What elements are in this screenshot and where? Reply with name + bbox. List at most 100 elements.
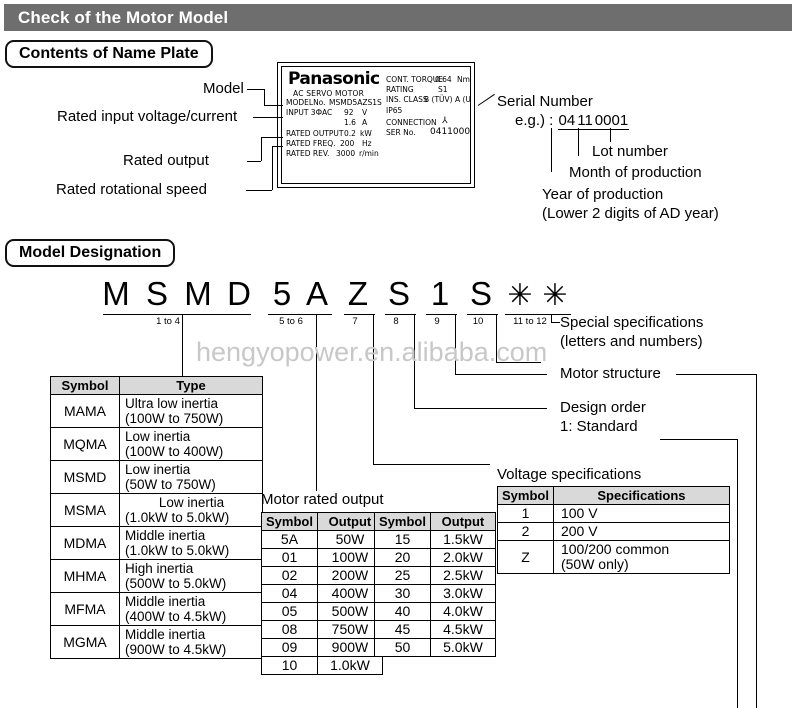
table-row: MDMA Middle inertia (1.0kW to 5.0kW)	[50, 526, 263, 560]
cell-symbol: 09	[261, 638, 318, 657]
cell-type: Low inertia (1.0kW to 5.0kW)	[119, 493, 263, 527]
leader-serial-lot-v	[610, 128, 611, 142]
cell-output: 200W	[316, 566, 383, 585]
nameplate-row-cont-torque-unit: Nm	[457, 75, 470, 84]
serial-number-annotation: Serial Number e.g.) : 04 11 0001	[497, 93, 630, 130]
leader-group7-v	[373, 314, 374, 464]
nameplate-row-rated-freq-label: RATED FREQ.	[286, 139, 336, 148]
leader-serial-year-v	[551, 128, 552, 172]
leader-rated-input-h	[253, 117, 283, 118]
leader-group11-h	[551, 322, 560, 323]
callout-motor-structure: Motor structure	[560, 365, 661, 382]
cell-symbol: 05	[261, 602, 318, 621]
table-row: 15 1.5kW	[374, 530, 496, 549]
nameplate-row-rated-freq-value: 200	[340, 139, 355, 148]
cell-type: Middle inertia (1.0kW to 5.0kW)	[119, 526, 263, 560]
nameplate-row-ins-class-value: B (TÜV) A (UL)	[424, 95, 471, 104]
table-row: 5A 50W	[261, 530, 383, 549]
leader-group10-v	[496, 314, 497, 362]
cell-symbol: 5A	[261, 530, 318, 549]
nameplate-row-current-unit: A	[362, 118, 368, 127]
leader-group9-h	[455, 374, 547, 375]
position-label-5-to-6: 5 to 6	[279, 316, 303, 327]
cell-spec: 100 V	[552, 504, 730, 523]
cell-output: 100W	[316, 548, 383, 567]
cell-spec: 200 V	[552, 522, 730, 541]
callout-design-order-line2: 1: Standard	[560, 418, 638, 435]
th-symbol: Symbol	[50, 376, 120, 395]
table-row: 05 500W	[261, 602, 383, 621]
serial-eg-prefix: e.g.) :	[515, 112, 558, 129]
position-label-7: 7	[352, 316, 358, 327]
table-header-row: Symbol Output	[374, 512, 496, 531]
table-header-row: Symbol Specifications	[497, 486, 730, 505]
cell-symbol: MFMA	[50, 592, 120, 626]
serial-callout-year-note: (Lower 2 digits of AD year)	[542, 205, 719, 222]
cell-output: 750W	[316, 620, 383, 639]
position-label-1-to-4: 1 to 4	[156, 316, 180, 327]
cell-output: 5.0kW	[429, 638, 496, 657]
position-label-10: 10	[472, 316, 484, 327]
leader-rated-rev-h2	[272, 146, 283, 147]
model-char-10: S	[469, 275, 492, 312]
model-char-11: ✳	[507, 278, 533, 313]
cell-type: Low inertia (50W to 750W)	[119, 460, 263, 494]
nameplate-row-input-value: 92	[344, 108, 354, 117]
cell-output: 500W	[316, 602, 383, 621]
cell-symbol: 25	[374, 566, 431, 585]
leader-group8-h	[414, 408, 547, 409]
voltage-specifications-table: Symbol Specifications 1 100 V 2 200 V Z …	[497, 486, 730, 574]
cell-type-line2: (50W to 750W)	[125, 477, 216, 492]
leader-serial-month-v	[578, 128, 579, 156]
voltage-specifications-caption: Voltage specifications	[497, 466, 642, 483]
cell-output: 2.0kW	[429, 548, 496, 567]
leader-model-h2	[264, 105, 283, 106]
position-label-8: 8	[393, 316, 399, 327]
leader-rated-output-h2	[261, 137, 283, 138]
cell-spec-line2: (50W only)	[560, 556, 629, 572]
watermark-text: hengyopower.en.alibaba.com	[196, 337, 548, 367]
group-underline-8	[385, 314, 416, 315]
callout-design-order-line1: Design order	[560, 399, 646, 416]
leader-group5-v	[316, 314, 317, 491]
serial-year-segment: 04	[557, 112, 577, 130]
table-row: 2 200 V	[497, 522, 730, 541]
cell-spec-line1: 100/200 common	[560, 541, 670, 557]
model-char-4: D	[227, 275, 251, 312]
cell-type-line2: (100W to 400W)	[125, 444, 224, 459]
motor-rated-output-table-b: Symbol Output 15 1.5kW 20 2.0kW 25 2.5kW 30…	[374, 512, 496, 657]
position-label-11-to-12: 11 to 12	[513, 316, 547, 327]
table-row: 09 900W	[261, 638, 383, 657]
cell-symbol: 02	[261, 566, 318, 585]
symbol-type-table: Symbol Type MAMA Ultra low inertia (100W…	[50, 376, 263, 659]
nameplate-row-model-label: MODELNo.	[286, 98, 326, 107]
cell-symbol: MGMA	[50, 625, 120, 659]
cell-type: High inertia (500W to 5.0kW)	[119, 559, 263, 593]
table-header-row: Symbol Output	[261, 512, 383, 531]
leader-model-v	[264, 89, 265, 105]
table-row: 02 200W	[261, 566, 383, 585]
callout-special-specifications-line2: (letters and numbers)	[560, 333, 703, 350]
cell-output: 4.0kW	[429, 602, 496, 621]
cell-spec: 100/200 common (50W only)	[552, 540, 730, 574]
table-row: MFMA Middle inertia (400W to 4.5kW)	[50, 592, 263, 626]
cell-type-line1: Ultra low inertia	[125, 396, 219, 411]
serial-callout-month: Month of production	[569, 164, 702, 181]
model-char-8: S	[387, 275, 410, 312]
cell-symbol: 2	[497, 522, 554, 541]
cell-symbol: MAMA	[50, 394, 120, 428]
cell-type-line2: (1.0kW to 5.0kW)	[125, 543, 230, 558]
nameplate-row-cont-torque-value: 0.64	[435, 75, 452, 84]
cell-symbol: Z	[497, 540, 554, 574]
leader-group7-h	[373, 464, 490, 465]
cell-symbol: MSMA	[50, 493, 120, 527]
table-row: 45 4.5kW	[374, 620, 496, 639]
model-char-6: A	[305, 275, 328, 312]
cell-output: 1.0kW	[316, 656, 383, 675]
cell-type: Low inertia (100W to 400W)	[119, 427, 263, 461]
model-char-2: S	[145, 275, 168, 312]
cell-type-line1: Low inertia	[125, 429, 191, 444]
nameplate-subtitle: AC SERVO MOTOR	[293, 89, 365, 98]
table-row: 04 400W	[261, 584, 383, 603]
model-char-5: 5	[272, 275, 292, 312]
